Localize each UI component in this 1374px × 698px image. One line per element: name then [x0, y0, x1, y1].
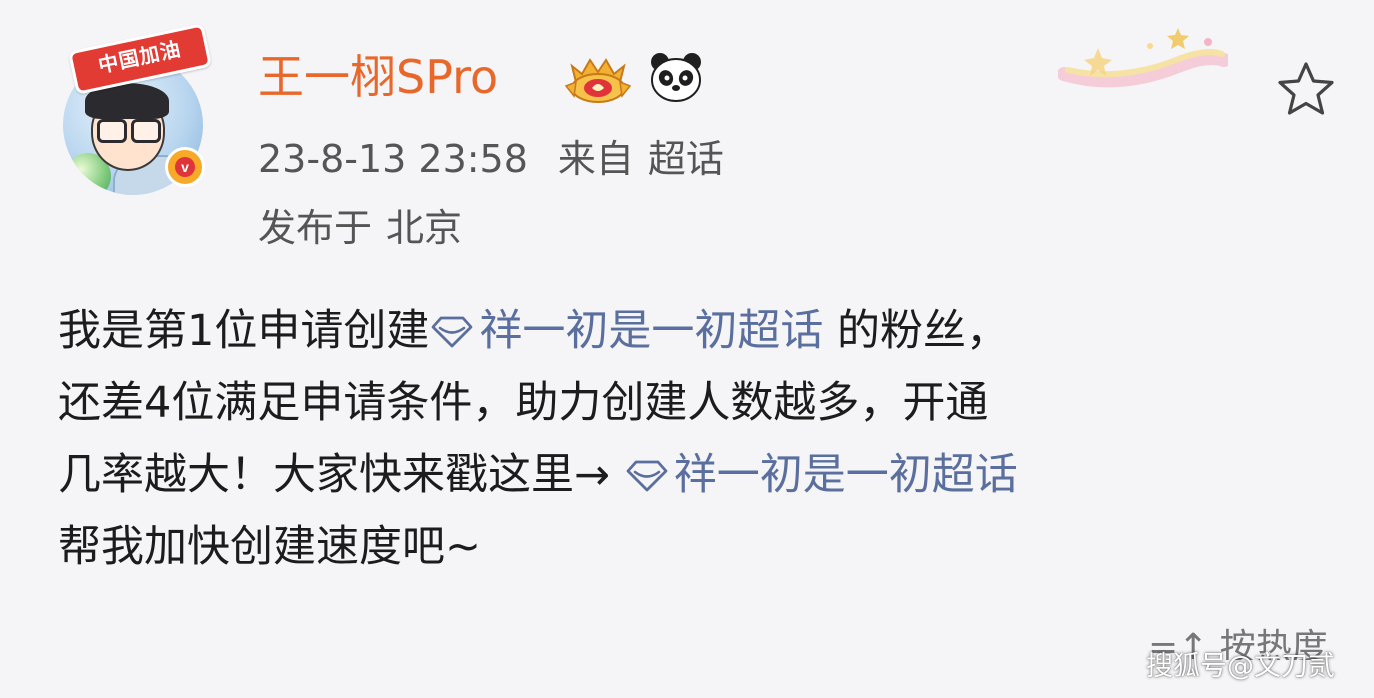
content-text: 我是第1位申请创建 [58, 306, 430, 356]
star-icon[interactable] [1274, 58, 1338, 122]
content-text: 的粉丝， [823, 306, 1010, 356]
author-avatar[interactable]: 中国加油 v [55, 23, 213, 195]
content-line-4: 帮我加快创建速度吧~ [58, 522, 482, 572]
author-name[interactable]: 王一栩SPro [258, 48, 498, 106]
content-line-3: 几率越大！大家快来戳这里→ 祥一初是一初超话 [58, 440, 1348, 512]
source-label: 来自 [557, 137, 634, 181]
vip-crown-icon [564, 58, 632, 103]
location-city: 北京 [386, 206, 463, 250]
diamond-icon [626, 460, 668, 492]
content-line-1: 我是第1位申请创建 祥一初是一初超话 的粉丝， [58, 296, 1348, 368]
post-timestamp: 23-8-13 23:58 [258, 137, 528, 181]
super-topic-link[interactable]: 祥一初是一初超话 [429, 306, 823, 356]
verified-v-icon: v [165, 147, 205, 187]
avatar-glasses-graphic [97, 119, 161, 143]
post-meta-time: 23-8-13 23:58 来自 超话 [258, 136, 724, 182]
location-label: 发布于 [258, 206, 373, 250]
super-topic-name: 祥一初是一初超话 [479, 306, 824, 356]
weibo-post-card: 中国加油 v 王一栩SPro 23-8-13 23:58 来自 超话 发布于 北京 [0, 0, 1374, 698]
source-watermark: 搜狐号@文刀贰 [1146, 651, 1335, 682]
content-text: 几率越大！大家快来戳这里→ [58, 450, 624, 500]
super-topic-name: 祥一初是一初超话 [673, 450, 1018, 500]
source-link[interactable]: 超话 [648, 137, 724, 181]
diamond-icon [431, 316, 473, 348]
post-meta-location: 发布于 北京 [258, 205, 462, 251]
content-line-2: 还差4位满足申请条件，助力创建人数越多，开通 [58, 378, 989, 428]
super-topic-link[interactable]: 祥一初是一初超话 [624, 450, 1018, 500]
panda-icon [651, 53, 701, 102]
card-decoration-image [1058, 28, 1228, 88]
post-content: 我是第1位申请创建 祥一初是一初超话 的粉丝， 还差4位满足申请条件，助力创建人数… [58, 296, 1348, 584]
